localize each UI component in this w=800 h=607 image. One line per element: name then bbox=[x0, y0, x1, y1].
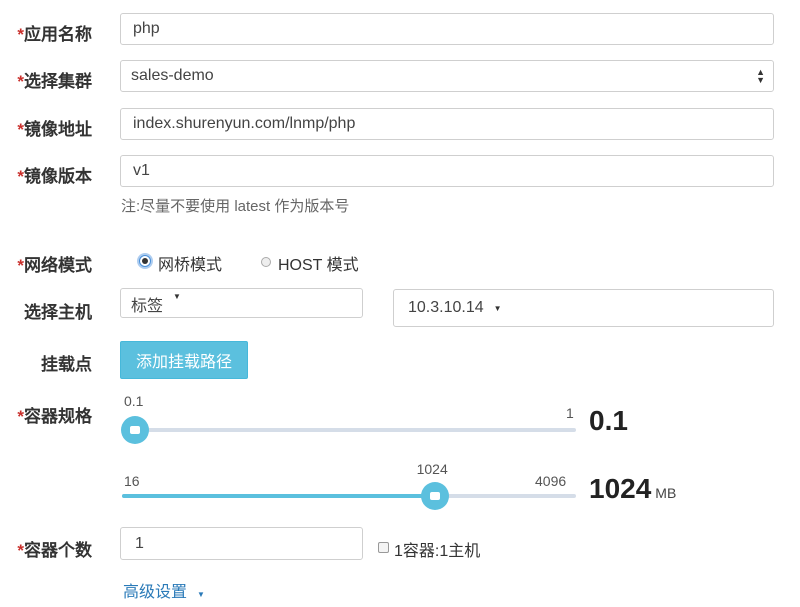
mount-label: 挂载点 bbox=[41, 355, 92, 374]
image-version-input[interactable]: v1 bbox=[120, 155, 774, 187]
version-hint: 注:尽量不要使用 latest 作为版本号 bbox=[121, 198, 350, 215]
mem-slider-handle[interactable] bbox=[420, 482, 449, 510]
host-label: 选择主机 bbox=[24, 303, 92, 322]
caret-down-icon: ▼ bbox=[493, 303, 502, 313]
mem-min-tick: 16 bbox=[124, 473, 140, 489]
select-arrows-icon: ▲ ▼ bbox=[756, 67, 765, 85]
cpu-value: 0.1 bbox=[589, 405, 628, 436]
mem-max-tick: 4096 bbox=[535, 473, 567, 489]
cluster-label: *选择集群 bbox=[17, 72, 92, 91]
bridge-mode-label[interactable]: 网桥模式 bbox=[158, 251, 222, 275]
cpu-slider-track[interactable] bbox=[122, 428, 576, 432]
tag-dropdown[interactable]: 标签 ▼ bbox=[120, 288, 363, 318]
app-name-input[interactable]: php bbox=[120, 13, 774, 45]
image-version-label: *镜像版本 bbox=[17, 167, 92, 186]
container-count-input[interactable]: 1 bbox=[120, 527, 363, 560]
count-label: *容器个数 bbox=[17, 541, 92, 560]
cluster-select[interactable]: sales-demo ▲ ▼ bbox=[120, 60, 774, 92]
cpu-slider-handle[interactable] bbox=[121, 416, 149, 444]
mem-current-tick: 1024 bbox=[416, 461, 448, 477]
image-url-input[interactable]: index.shurenyun.com/lnmp/php bbox=[120, 108, 774, 140]
caret-down-icon: ▼ bbox=[173, 292, 181, 301]
cpu-max-tick: 1 bbox=[566, 405, 574, 421]
host-ip-dropdown[interactable]: 10.3.10.14 ▼ bbox=[393, 289, 774, 327]
mem-slider-fill bbox=[122, 494, 435, 498]
advanced-settings-link[interactable]: 高级设置 ▼ bbox=[123, 578, 205, 602]
mem-unit: MB bbox=[655, 485, 677, 501]
app-name-label: *应用名称 bbox=[17, 25, 92, 44]
required-mark: * bbox=[17, 25, 24, 44]
host-mode-radio[interactable] bbox=[261, 257, 271, 267]
image-url-label: *镜像地址 bbox=[17, 120, 92, 139]
host-mode-label[interactable]: HOST 模式 bbox=[278, 251, 359, 275]
caret-down-icon: ▼ bbox=[197, 590, 205, 599]
spec-label: *容器规格 bbox=[17, 407, 92, 426]
network-label: *网络模式 bbox=[17, 256, 92, 275]
bridge-mode-radio[interactable] bbox=[139, 255, 151, 267]
add-mount-path-button[interactable]: 添加挂载路径 bbox=[120, 341, 248, 379]
mem-value: 1024 MB bbox=[589, 473, 677, 504]
checkbox-label[interactable]: 1容器:1主机 bbox=[394, 537, 480, 561]
one-container-per-host-checkbox[interactable] bbox=[378, 542, 389, 553]
cpu-min-tick: 0.1 bbox=[124, 393, 144, 409]
